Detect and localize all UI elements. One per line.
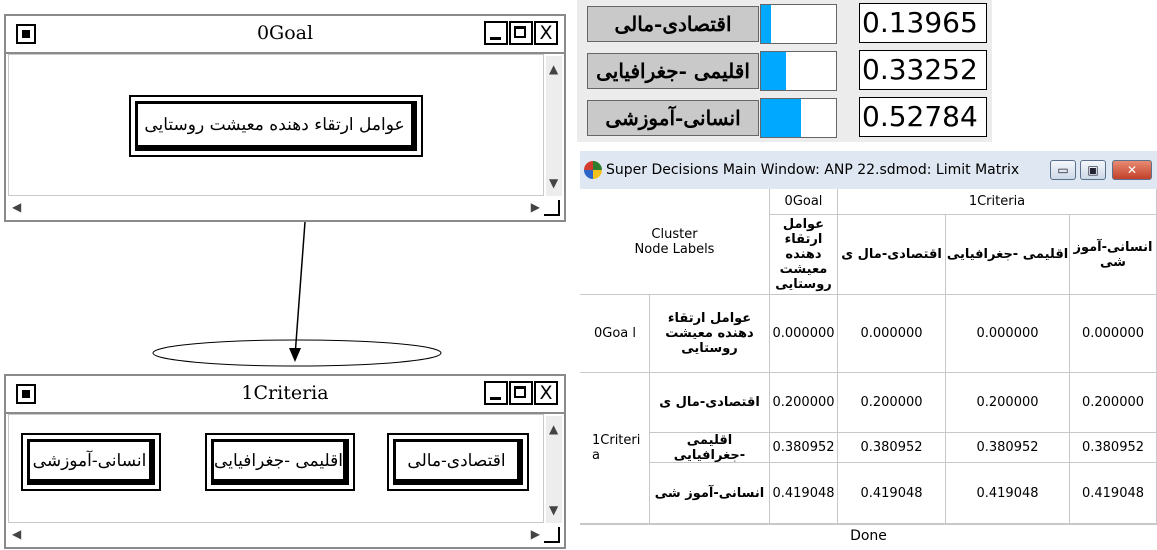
resize-grip-icon[interactable] — [544, 527, 560, 543]
matrix-cell: 0.000000 — [1070, 295, 1157, 373]
horizontal-scrollbar[interactable]: ◀ ▶ — [8, 198, 544, 216]
matrix-cell: 0.200000 — [838, 373, 946, 433]
priority-label: اقلیمی -جغرافیایی — [587, 53, 759, 89]
limit-matrix-grid: Cluster Node Labels 0Goal 1Criteria عوام… — [580, 189, 1157, 524]
priority-bar — [760, 98, 837, 138]
limit-matrix-title: Super Decisions Main Window: ANP 22.sdmo… — [606, 162, 1020, 178]
priority-row: انسانی-آموزشی 0.52784 — [577, 94, 992, 141]
matrix-cell: 0.380952 — [946, 433, 1070, 463]
limit-matrix-window: Super Decisions Main Window: ANP 22.sdmo… — [580, 151, 1157, 549]
col-cluster-criteria: 1Criteria — [838, 189, 1157, 215]
priority-row: اقلیمی -جغرافیایی 0.33252 — [577, 47, 992, 94]
minimize-button[interactable]: ▭ — [1050, 160, 1076, 180]
vertical-scrollbar[interactable]: ▲ ▼ — [546, 416, 562, 523]
criteria-titlebar[interactable]: 1Criteria X — [6, 376, 564, 414]
priority-value: 0.52784 — [859, 97, 987, 137]
criteria-node-label: اقلیمی -جغرافیایی — [211, 439, 349, 485]
priority-bar — [760, 51, 837, 91]
matrix-cell: 0.000000 — [838, 295, 946, 373]
priority-label: اقتصادی-مالی — [587, 6, 759, 42]
connector-arrow — [152, 221, 442, 367]
matrix-cell: 0.380952 — [838, 433, 946, 463]
goal-canvas[interactable]: عوامل ارتقاء دهنده معیشت روستایی — [8, 54, 544, 196]
maximize-button[interactable] — [509, 21, 533, 45]
goal-titlebar[interactable]: 0Goal X — [6, 16, 564, 54]
row-node: عوامل ارتقاء دهنده معیشت روستایی — [650, 295, 770, 373]
priority-row: اقتصادی-مالی 0.13965 — [577, 0, 992, 47]
scroll-left-icon[interactable]: ◀ — [12, 200, 21, 214]
scroll-right-icon[interactable]: ▶ — [531, 200, 540, 214]
matrix-cell: 0.380952 — [1070, 433, 1157, 463]
scroll-down-icon[interactable]: ▼ — [549, 503, 558, 517]
close-button[interactable]: ✕ — [1112, 160, 1152, 180]
criteria-window: 1Criteria X انسانی-آموزشی اقلیمی -جغرافی… — [4, 374, 566, 549]
priority-value: 0.33252 — [859, 50, 987, 90]
maximize-button[interactable] — [509, 381, 533, 405]
col-node: اقلیمی -جغرافیایی — [946, 215, 1070, 295]
goal-node-label: عوامل ارتقاء دهنده معیشت روستایی — [135, 101, 417, 151]
minimize-button[interactable] — [484, 21, 508, 45]
criteria-node-label: اقتصادی-مالی — [393, 439, 523, 485]
priority-bar — [760, 4, 837, 44]
col-node: انسانی-آموز شی — [1070, 215, 1157, 295]
matrix-cell: 0.380952 — [770, 433, 838, 463]
matrix-cell: 0.200000 — [1070, 373, 1157, 433]
criteria-node-human[interactable]: انسانی-آموزشی — [21, 433, 161, 491]
row-cluster-criteria: 1Criteri a — [580, 373, 650, 524]
matrix-cell: 0.419048 — [770, 463, 838, 524]
scroll-down-icon[interactable]: ▼ — [549, 176, 558, 190]
priority-value: 0.13965 — [859, 3, 987, 43]
goal-node[interactable]: عوامل ارتقاء دهنده معیشت روستایی — [129, 95, 423, 157]
matrix-cell: 0.419048 — [1070, 463, 1157, 524]
vertical-scrollbar[interactable]: ▲ ▼ — [546, 56, 562, 196]
criteria-canvas[interactable]: انسانی-آموزشی اقلیمی -جغرافیایی اقتصادی-… — [8, 414, 544, 523]
criteria-window-title: 1Criteria — [241, 382, 329, 404]
status-bar: Done — [580, 524, 1157, 550]
super-decisions-logo-icon — [584, 161, 602, 179]
cluster-node-header: Cluster Node Labels — [580, 189, 770, 295]
col-node: عوامل ارتقاء دهنده معیشت روستایی — [770, 215, 838, 295]
row-node: انسانی-آموز شی — [650, 463, 770, 524]
col-cluster-goal: 0Goal — [770, 189, 838, 215]
priority-bar-fill — [761, 99, 801, 137]
priority-label: انسانی-آموزشی — [587, 100, 759, 136]
matrix-cell: 0.200000 — [770, 373, 838, 433]
criteria-node-climate[interactable]: اقلیمی -جغرافیایی — [205, 433, 355, 491]
maximize-button[interactable]: ▣ — [1080, 160, 1106, 180]
priority-bar-fill — [761, 5, 772, 43]
close-button[interactable]: X — [534, 381, 558, 405]
scroll-right-icon[interactable]: ▶ — [531, 527, 540, 541]
priorities-table: اقتصادی-مالی 0.13965 اقلیمی -جغرافیایی 0… — [577, 0, 992, 142]
priority-bar-fill — [761, 52, 786, 90]
criteria-node-economic[interactable]: اقتصادی-مالی — [387, 433, 529, 491]
limit-matrix-titlebar[interactable]: Super Decisions Main Window: ANP 22.sdmo… — [580, 151, 1157, 189]
col-node: اقتصادی-مال ی — [838, 215, 946, 295]
close-button[interactable]: X — [534, 21, 558, 45]
matrix-cell: 0.200000 — [946, 373, 1070, 433]
minimize-button[interactable] — [484, 381, 508, 405]
scroll-left-icon[interactable]: ◀ — [12, 527, 21, 541]
goal-window: 0Goal X عوامل ارتقاء دهنده معیشت روستایی… — [4, 14, 566, 222]
matrix-cell: 0.419048 — [946, 463, 1070, 524]
row-node: اقتصادی-مال ی — [650, 373, 770, 433]
matrix-cell: 0.000000 — [770, 295, 838, 373]
resize-grip-icon[interactable] — [544, 200, 560, 216]
row-node: اقلیمی -جغرافیایی — [650, 433, 770, 463]
scroll-up-icon[interactable]: ▲ — [549, 422, 558, 436]
horizontal-scrollbar[interactable]: ◀ ▶ — [8, 525, 544, 543]
scroll-up-icon[interactable]: ▲ — [549, 62, 558, 76]
goal-window-title: 0Goal — [256, 22, 314, 44]
row-cluster-goal: 0Goa l — [580, 295, 650, 373]
matrix-cell: 0.000000 — [946, 295, 1070, 373]
matrix-cell: 0.419048 — [838, 463, 946, 524]
criteria-node-label: انسانی-آموزشی — [27, 439, 155, 485]
